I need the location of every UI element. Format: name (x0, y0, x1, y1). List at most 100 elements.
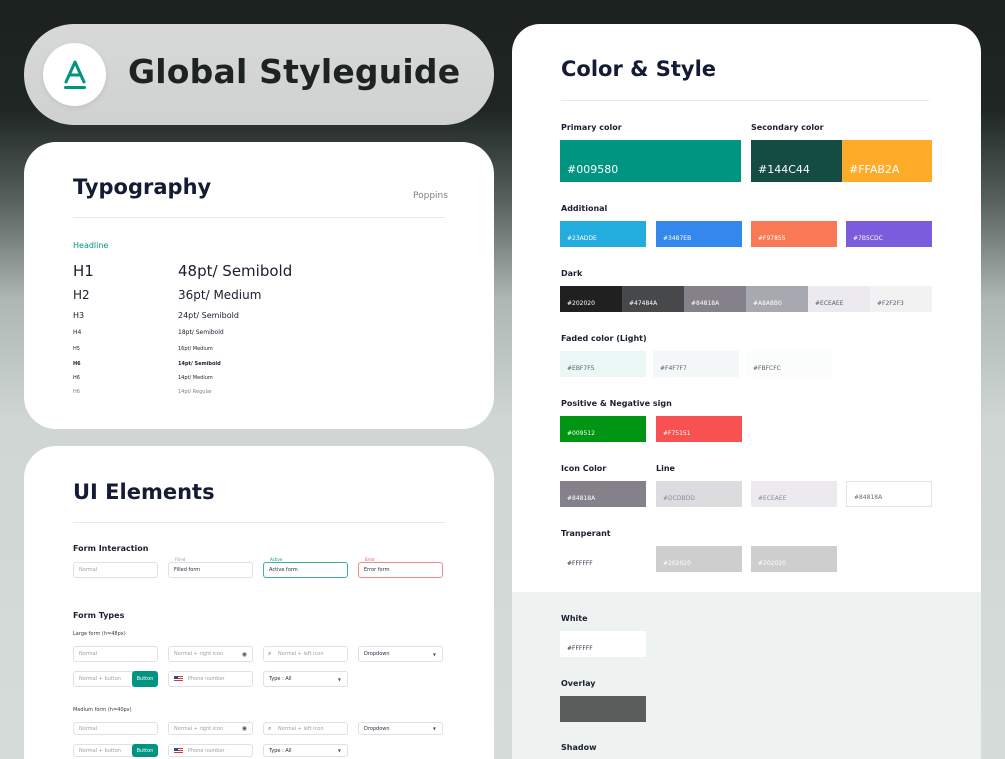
swatch-hex: #84818A (691, 300, 720, 307)
swatch-hex: #FFFFFF (567, 645, 593, 652)
swatch-hex: #FFAB2A (849, 163, 900, 176)
divider (73, 522, 445, 523)
typography-card: Typography Poppins Headline H1 48pt/ Sem… (24, 142, 494, 429)
divider (561, 100, 929, 101)
type-spec: 48pt/ Semibold (178, 262, 293, 280)
type-tag: H6 (73, 361, 81, 367)
secondary-color-label: Secondary color (751, 123, 824, 132)
a-logo-icon (43, 43, 106, 106)
swatch-hex: #3487EB (663, 235, 692, 242)
type-spec: 24pt/ Semibold (178, 311, 239, 320)
swatch-hex: #FFFFFF (567, 560, 593, 567)
type-spec: 14pt/ Semibold (178, 361, 221, 367)
field-placeholder: Normal + button (79, 676, 121, 682)
chevron-down-icon: ▼ (432, 651, 436, 657)
swatch-hex: #202020 (663, 560, 691, 567)
faded-swatch: #FBFCFC (746, 351, 832, 377)
search-icon: ⌕ (268, 724, 272, 732)
chevron-down-icon: ▼ (337, 676, 341, 682)
swatch-hex: #DCDBDD (663, 495, 695, 502)
color-style-title: Color & Style (561, 57, 717, 81)
field-button[interactable]: Button (132, 744, 158, 757)
field-placeholder: Normal + right icon (174, 651, 224, 657)
a-logo-glyph (63, 60, 86, 89)
type-spec: 36pt/ Medium (178, 288, 262, 302)
error-field[interactable]: Error Error form (358, 557, 443, 578)
ui-elements-title: UI Elements (73, 480, 215, 504)
dark-swatch: #202020 (560, 286, 622, 312)
field-placeholder: Normal + right icon (174, 725, 224, 732)
swatch-hex: #F97855 (758, 235, 786, 242)
field-value: Error form (364, 567, 390, 573)
us-flag-icon[interactable] (174, 676, 183, 682)
search-icon: ⌕ (268, 650, 272, 657)
type-filter-field[interactable]: Type : All ▼ (263, 744, 348, 757)
right-icon-field[interactable]: Normal + right icon ◉ (168, 646, 253, 662)
left-icon-field[interactable]: ⌕ Normal + left icon (263, 646, 348, 662)
large-form-label: Large form (h=48px) (73, 631, 126, 637)
dark-swatch: #F2F2F3 (870, 286, 932, 312)
normal-field[interactable]: Normal (73, 646, 158, 662)
primary-color-label: Primary color (561, 123, 622, 132)
active-field[interactable]: Active Active form (263, 557, 348, 578)
phone-field[interactable]: Phone number (168, 671, 253, 687)
right-icon-field[interactable]: Normal + right icon ◉ (168, 722, 253, 735)
eye-icon[interactable]: ◉ (242, 725, 247, 732)
additional-swatch: #F97855 (751, 221, 837, 247)
type-tag: H5 (73, 346, 80, 352)
transparent-swatch: #202020 (656, 546, 742, 572)
additional-label: Additional (561, 204, 608, 213)
phone-field[interactable]: Phone number (168, 744, 253, 757)
field-value: Active form (269, 567, 298, 573)
filled-field[interactable]: Filled Filled form (168, 557, 253, 578)
transparent-label: Tranperant (561, 529, 611, 538)
field-placeholder: Phone number (188, 676, 225, 682)
dropdown-value: Dropdown (364, 651, 390, 657)
primary-swatch: #009580 (560, 140, 741, 182)
dropdown-field[interactable]: Dropdown ▼ (358, 722, 443, 735)
line-swatch: #DCDBDD (656, 481, 742, 507)
type-spec: 14pt/ Medium (178, 375, 213, 381)
eye-icon[interactable]: ◉ (242, 651, 247, 658)
dropdown-value: Dropdown (364, 725, 390, 732)
swatch-hex: #202020 (567, 300, 595, 307)
left-icon-field[interactable]: ⌕ Normal + left icon (263, 722, 348, 735)
dark-label: Dark (561, 269, 583, 278)
additional-swatch: #23ADDE (560, 221, 646, 247)
headline-label: Headline (73, 241, 109, 250)
overlay-swatch (560, 696, 646, 722)
type-spec: 18pt/ Semibold (178, 329, 224, 336)
swatch-hex: #84818A (567, 495, 596, 502)
faded-swatch: #F4F7F7 (653, 351, 739, 377)
dark-swatch: #84818A (684, 286, 746, 312)
type-spec: 16pt/ Medium (178, 346, 213, 352)
field-placeholder: Normal + left icon (278, 651, 324, 657)
normal-field[interactable]: Normal (73, 562, 158, 578)
field-placeholder: Normal + button (79, 747, 121, 754)
ui-elements-card: UI Elements Form Interaction Normal Fill… (24, 446, 494, 759)
white-label: White (561, 614, 588, 623)
swatch-hex: #009512 (567, 430, 595, 437)
normal-field[interactable]: Normal (73, 722, 158, 735)
dark-swatch: #A8A8B0 (746, 286, 808, 312)
medium-form-label: Medium form (h=40px) (73, 707, 132, 713)
field-caption: Error (364, 557, 376, 562)
typography-title: Typography (73, 175, 212, 199)
type-tag: H4 (73, 329, 82, 336)
form-types-label: Form Types (73, 611, 125, 620)
font-name: Poppins (413, 191, 448, 201)
secondary-swatch-1: #144C44 (751, 140, 842, 182)
swatch-hex: #ECEAEE (815, 300, 844, 307)
page-title: Global Styleguide (128, 52, 461, 91)
swatch-hex: #144C44 (758, 163, 810, 176)
transparent-swatch: #202020 (751, 546, 837, 572)
swatch-hex: #202020 (758, 560, 786, 567)
additional-swatch: #3487EB (656, 221, 742, 247)
us-flag-icon[interactable] (174, 747, 183, 754)
field-placeholder: Normal (79, 651, 98, 657)
dark-swatch: #ECEAEE (808, 286, 870, 312)
dropdown-field[interactable]: Dropdown ▼ (358, 646, 443, 662)
type-tag: H6 (73, 389, 80, 395)
type-filter-field[interactable]: Type : All ▼ (263, 671, 348, 687)
field-button[interactable]: Button (132, 671, 158, 687)
